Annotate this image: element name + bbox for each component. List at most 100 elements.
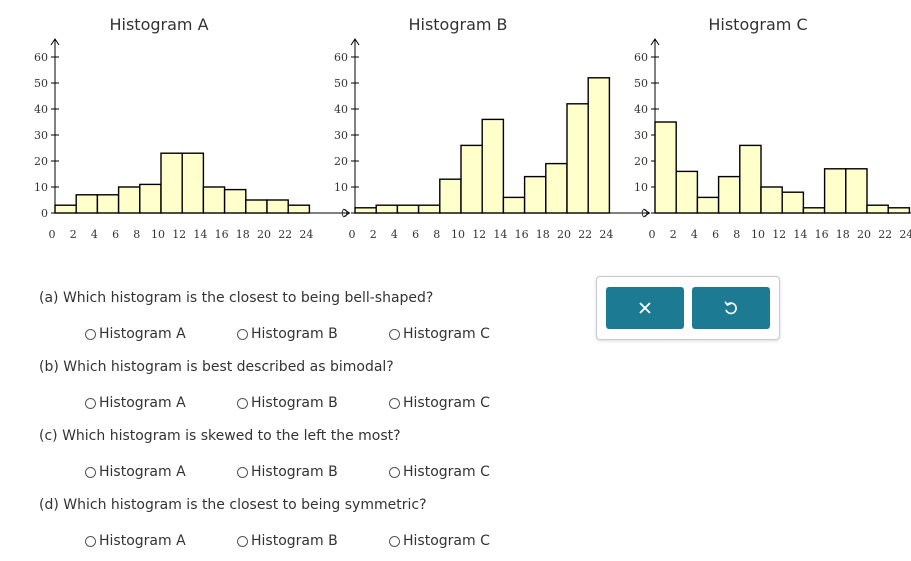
option-histogram-c[interactable]: Histogram C bbox=[389, 464, 490, 480]
y-tick-label: 60 bbox=[634, 51, 648, 64]
x-tick-label: 6 bbox=[712, 228, 719, 241]
histogram-bar bbox=[417, 204, 441, 214]
histogram-bar bbox=[54, 204, 77, 214]
clear-button[interactable] bbox=[606, 287, 684, 329]
histogram-bar bbox=[587, 77, 611, 214]
question-text: (d) Which histogram is the closest to be… bbox=[39, 497, 427, 513]
y-tick-label: 20 bbox=[634, 155, 648, 168]
option-histogram-a[interactable]: Histogram A bbox=[85, 395, 186, 411]
x-tick-label: 4 bbox=[691, 228, 698, 241]
y-tick-label: 50 bbox=[334, 77, 348, 90]
x-tick-label: 4 bbox=[391, 228, 398, 241]
x-tick-label: 18 bbox=[836, 228, 850, 241]
histogram-bar bbox=[481, 118, 505, 214]
x-tick-label: 24 bbox=[899, 228, 911, 241]
histogram-bar bbox=[396, 204, 420, 214]
histogram-bar bbox=[266, 199, 289, 214]
x-tick-label: 4 bbox=[91, 228, 98, 241]
option-histogram-a[interactable]: Histogram A bbox=[85, 326, 186, 342]
chart-title: Histogram B bbox=[408, 15, 507, 34]
x-tick-label: 6 bbox=[412, 228, 419, 241]
histogram-bar bbox=[781, 191, 805, 214]
radio-button[interactable] bbox=[237, 397, 248, 409]
histogram-bar bbox=[675, 170, 699, 214]
y-tick-label: 30 bbox=[634, 129, 648, 142]
radio-button[interactable] bbox=[85, 535, 96, 547]
histogram-bar bbox=[545, 162, 568, 214]
radio-button[interactable] bbox=[389, 397, 400, 409]
x-tick-label: 12 bbox=[772, 228, 786, 241]
x-tick-label: 12 bbox=[472, 228, 486, 241]
y-tick-label: 50 bbox=[634, 77, 648, 90]
x-tick-label: 16 bbox=[215, 228, 229, 241]
x-tick-label: 14 bbox=[493, 228, 507, 241]
histogram-bar bbox=[354, 207, 377, 214]
option-histogram-a[interactable]: Histogram A bbox=[85, 533, 186, 549]
histogram-bar bbox=[287, 204, 311, 214]
question-text: (b) Which histogram is best described as… bbox=[39, 359, 394, 375]
histogram-bar bbox=[75, 194, 99, 214]
y-tick-label: 20 bbox=[334, 155, 348, 168]
radio-button[interactable] bbox=[237, 535, 248, 547]
x-tick-label: 10 bbox=[151, 228, 165, 241]
chart-title: Histogram C bbox=[708, 15, 807, 34]
x-tick-label: 8 bbox=[133, 228, 140, 241]
histogram-bar bbox=[181, 152, 205, 214]
histogram-bar bbox=[439, 178, 462, 214]
option-histogram-c[interactable]: Histogram C bbox=[389, 533, 490, 549]
x-tick-label: 22 bbox=[578, 228, 592, 241]
undo-icon bbox=[724, 301, 737, 315]
y-tick-label: 40 bbox=[334, 103, 348, 116]
y-tick-label: 60 bbox=[334, 51, 348, 64]
option-histogram-c[interactable]: Histogram C bbox=[389, 395, 490, 411]
radio-button[interactable] bbox=[85, 466, 96, 478]
radio-button[interactable] bbox=[85, 328, 96, 340]
answer-tool-panel bbox=[596, 276, 780, 340]
histogram-bar bbox=[717, 175, 741, 214]
radio-button[interactable] bbox=[389, 535, 400, 547]
option-histogram-b[interactable]: Histogram B bbox=[237, 395, 338, 411]
histogram-bar bbox=[502, 196, 526, 214]
x-tick-label: 14 bbox=[793, 228, 807, 241]
x-tick-label: 22 bbox=[278, 228, 292, 241]
x-tick-label: 2 bbox=[370, 228, 377, 241]
histogram-bar bbox=[117, 186, 141, 214]
histogram-bar bbox=[866, 204, 889, 214]
x-tick-label: 0 bbox=[49, 228, 56, 241]
radio-button[interactable] bbox=[237, 466, 248, 478]
option-histogram-b[interactable]: Histogram B bbox=[237, 464, 338, 480]
histogram-bar bbox=[696, 196, 720, 214]
histogram-bar bbox=[245, 199, 268, 214]
histogram-bar bbox=[760, 186, 783, 214]
option-histogram-a[interactable]: Histogram A bbox=[85, 464, 186, 480]
histogram-bar bbox=[823, 168, 847, 214]
y-tick-label: 10 bbox=[34, 181, 48, 194]
option-histogram-b[interactable]: Histogram B bbox=[237, 326, 338, 342]
radio-button[interactable] bbox=[389, 328, 400, 340]
y-tick-label: 0 bbox=[41, 207, 48, 220]
radio-button[interactable] bbox=[237, 328, 248, 340]
radio-button[interactable] bbox=[85, 397, 96, 409]
x-tick-label: 2 bbox=[670, 228, 677, 241]
y-tick-label: 60 bbox=[34, 51, 48, 64]
x-tick-label: 20 bbox=[257, 228, 271, 241]
y-tick-label: 0 bbox=[341, 207, 348, 220]
option-histogram-c[interactable]: Histogram C bbox=[389, 326, 490, 342]
question-text: (a) Which histogram is the closest to be… bbox=[39, 290, 434, 306]
x-tick-label: 16 bbox=[815, 228, 829, 241]
y-tick-label: 50 bbox=[34, 77, 48, 90]
x-tick-label: 0 bbox=[649, 228, 656, 241]
x-tick-label: 24 bbox=[599, 228, 613, 241]
x-tick-label: 20 bbox=[857, 228, 871, 241]
x-tick-label: 20 bbox=[557, 228, 571, 241]
histogram-bar bbox=[160, 152, 183, 214]
radio-button[interactable] bbox=[389, 466, 400, 478]
option-histogram-b[interactable]: Histogram B bbox=[237, 533, 338, 549]
y-tick-label: 40 bbox=[34, 103, 48, 116]
x-tick-label: 16 bbox=[515, 228, 529, 241]
undo-button[interactable] bbox=[692, 287, 770, 329]
x-tick-label: 8 bbox=[433, 228, 440, 241]
question-text: (c) Which histogram is skewed to the lef… bbox=[39, 428, 401, 444]
histogram-bar bbox=[375, 204, 399, 214]
x-tick-label: 8 bbox=[733, 228, 740, 241]
